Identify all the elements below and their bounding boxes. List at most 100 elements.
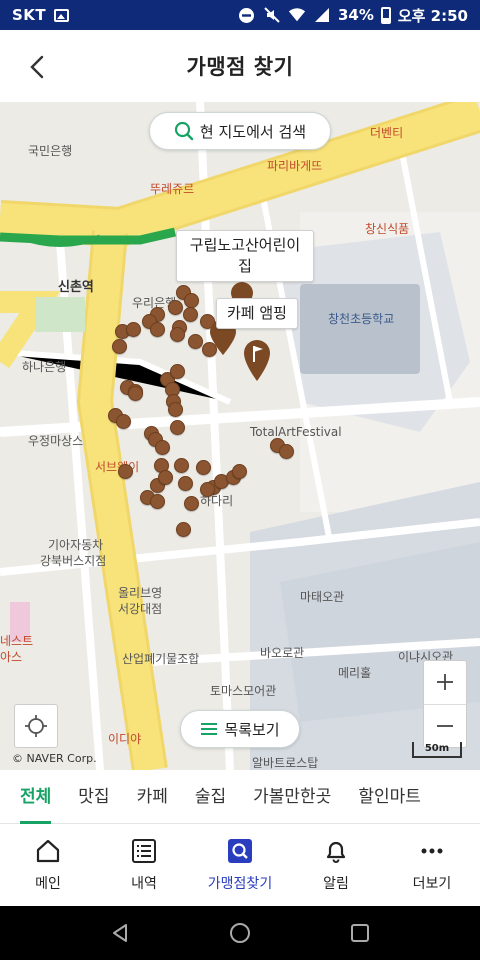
bottom-navigation: 메인 내역 가맹점찾기 알림 더보기 <box>0 824 480 906</box>
map-label-meri: 메리홀 <box>338 666 372 680</box>
merchant-pin[interactable] <box>188 334 203 349</box>
merchant-pin[interactable] <box>168 402 183 417</box>
wifi-icon <box>288 6 306 24</box>
nav-item-main[interactable]: 메인 <box>0 824 96 906</box>
map-label-kia: 기아자동차 <box>48 538 104 552</box>
merchant-pin[interactable] <box>279 444 294 459</box>
map-label-albatros: 알바트로스탑 <box>252 756 319 770</box>
chevron-left-icon <box>30 55 44 79</box>
zoom-out-button[interactable] <box>424 703 466 748</box>
map-label-changcheon-school: 창천초등학교 <box>328 312 395 326</box>
map-label-paris-baguette: 파리바게뜨 <box>267 159 323 173</box>
square-recents-icon <box>351 924 369 942</box>
merchant-pin[interactable] <box>118 464 133 479</box>
zoom-control <box>423 660 467 748</box>
merchant-pin[interactable] <box>176 522 191 537</box>
nav-label-more: 더보기 <box>412 876 452 892</box>
merchant-pin[interactable] <box>170 420 185 435</box>
merchant-pin[interactable] <box>150 494 165 509</box>
map-label-uchong: 우정마상스 <box>28 434 84 448</box>
merchant-pin[interactable] <box>232 464 247 479</box>
map-label-nest: 네스트 <box>0 634 34 648</box>
category-tab-discount-mart[interactable]: 할인마트 <box>358 770 421 824</box>
list-icon <box>130 837 158 865</box>
nav-item-store-search[interactable]: 가맹점찾기 <box>192 824 288 906</box>
current-location-button[interactable] <box>14 704 58 748</box>
crosshair-icon <box>25 715 47 737</box>
carrier-label: SKT <box>12 6 47 24</box>
nav-item-alerts[interactable]: 알림 <box>288 824 384 906</box>
map-scale: 50m <box>412 742 462 758</box>
selected-location-marker[interactable] <box>242 338 272 382</box>
system-back-button[interactable] <box>100 913 140 953</box>
battery-icon <box>380 6 391 24</box>
bell-icon <box>322 837 350 865</box>
map-label-national-bank: 국민은행 <box>28 144 73 158</box>
map-label-hana-bank: 하나은행 <box>22 360 67 374</box>
status-bar: SKT 34% 오후 2:50 <box>0 0 480 30</box>
search-icon <box>174 121 194 141</box>
map-view[interactable]: 국민은행 뚜레쥬르 파리바게뜨 더벤티 창신식품 신촌역 우리은행 창천초등학교… <box>0 102 480 770</box>
system-navigation-bar <box>0 906 480 960</box>
map-credit: © NAVER Corp. <box>12 752 97 765</box>
merchant-pin[interactable] <box>178 476 193 491</box>
map-label-sinchon-station: 신촌역 <box>58 280 94 295</box>
merchant-pin[interactable] <box>126 322 141 337</box>
nav-label-store-search: 가맹점찾기 <box>207 876 273 892</box>
category-tab-attractions[interactable]: 가볼만한곳 <box>253 770 331 824</box>
category-tab-restaurants[interactable]: 맛집 <box>78 770 109 824</box>
dnd-icon <box>238 6 256 24</box>
merchant-pin[interactable] <box>150 322 165 337</box>
status-indicators: 34% 오후 2:50 <box>238 5 468 26</box>
minus-icon <box>437 724 453 727</box>
map-label-kia-branch: 강북버스지점 <box>40 554 107 568</box>
callout-daycare[interactable]: 구립노고산어린이 집 <box>176 230 314 282</box>
merchant-pin[interactable] <box>112 339 127 354</box>
merchant-pin[interactable] <box>128 386 143 401</box>
system-home-button[interactable] <box>220 913 260 953</box>
map-label-tous-les-jours: 뚜레쥬르 <box>150 182 195 196</box>
merchant-pin[interactable] <box>200 482 215 497</box>
map-label-toma: 토마스모어관 <box>210 684 277 698</box>
merchant-pin[interactable] <box>170 327 185 342</box>
callout-daycare-label: 구립노고산어린이 집 <box>189 236 301 275</box>
circle-home-icon <box>230 923 250 943</box>
mute-icon <box>263 6 281 24</box>
category-tab-bar[interactable]: 술집 <box>195 770 226 824</box>
map-label-changsin-food: 창신식품 <box>365 222 410 236</box>
map-label-olive-young: 올리브영 <box>118 586 163 600</box>
merchant-pin[interactable] <box>174 458 189 473</box>
map-label-batau: 바오로관 <box>260 646 305 660</box>
merchant-pin[interactable] <box>183 307 198 322</box>
merchant-pin[interactable] <box>196 460 211 475</box>
nav-item-more[interactable]: 더보기 <box>384 824 480 906</box>
map-label-olive-young-branch: 서강대점 <box>118 602 163 616</box>
merchant-pin[interactable] <box>184 496 199 511</box>
signal-icon <box>313 6 331 24</box>
nav-item-history[interactable]: 내역 <box>96 824 192 906</box>
merchant-pin[interactable] <box>155 440 170 455</box>
nav-label-main: 메인 <box>35 876 61 892</box>
clock: 오후 2:50 <box>397 6 468 25</box>
store-search-icon <box>226 837 254 865</box>
list-lines-icon <box>201 723 218 735</box>
zoom-in-button[interactable] <box>424 661 466 704</box>
map-label-the-venti: 더벤티 <box>370 126 404 140</box>
category-tab-cafe[interactable]: 카페 <box>137 770 168 824</box>
callout-camping[interactable]: 카페 앰핑 <box>216 298 298 329</box>
merchant-pin[interactable] <box>168 300 183 315</box>
app-header: 가맹점 찾기 <box>0 30 480 102</box>
category-tab-all[interactable]: 전체 <box>20 770 52 824</box>
search-this-area-button[interactable]: 현 지도에서 검색 <box>149 112 331 150</box>
merchant-pin[interactable] <box>158 470 173 485</box>
triangle-back-icon <box>113 924 127 942</box>
merchant-pin[interactable] <box>184 293 199 308</box>
system-recents-button[interactable] <box>340 913 380 953</box>
merchant-pin[interactable] <box>116 414 131 429</box>
plus-icon <box>437 674 453 691</box>
map-label-total-art: TotalArtFestival <box>250 425 342 439</box>
list-view-button[interactable]: 목록보기 <box>180 710 300 748</box>
back-button[interactable] <box>22 52 52 82</box>
merchant-pin[interactable] <box>170 364 185 379</box>
page-title: 가맹점 찾기 <box>186 55 294 79</box>
